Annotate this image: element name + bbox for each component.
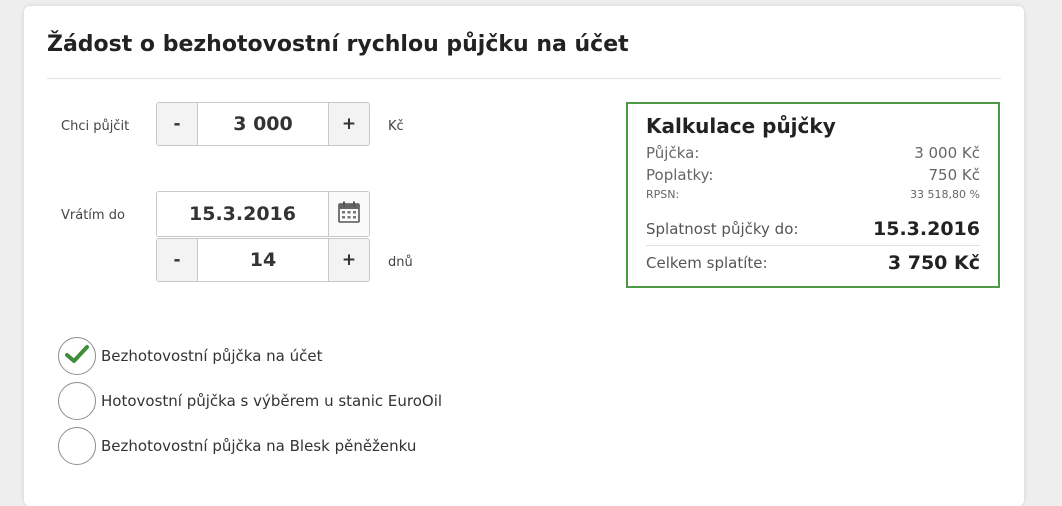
loan-row: Půjčka: 3 000 Kč — [646, 144, 980, 162]
return-date-field[interactable]: 15.3.2016 — [156, 191, 370, 237]
loan-label: Půjčka: — [646, 144, 700, 162]
radio-unselected[interactable] — [58, 427, 96, 465]
loan-application-card: Žádost o bezhotovostní rychlou půjčku na… — [24, 6, 1024, 506]
days-increase-button[interactable]: + — [328, 239, 369, 281]
option-label: Bezhotovostní půjčka na Blesk pěněženku — [101, 437, 417, 455]
days-decrease-button[interactable]: - — [157, 239, 198, 281]
page-title: Žádost o bezhotovostní rychlou půjčku na… — [47, 32, 629, 57]
fees-label: Poplatky: — [646, 166, 714, 184]
amount-stepper: - 3 000 + — [156, 102, 370, 146]
days-stepper: - 14 + — [156, 238, 370, 282]
calculator-title: Kalkulace půjčky — [646, 114, 836, 138]
fees-value: 750 Kč — [928, 166, 980, 184]
loan-calculator: Kalkulace půjčky Půjčka: 3 000 Kč Poplat… — [626, 102, 1000, 288]
rpsn-value: 33 518,80 % — [910, 188, 980, 201]
due-label: Splatnost půjčky do: — [646, 220, 799, 238]
days-value[interactable]: 14 — [198, 239, 328, 281]
option-label: Hotovostní půjčka s výběrem u stanic Eur… — [101, 392, 443, 410]
option-blesk-wallet[interactable]: Bezhotovostní půjčka na Blesk pěněženku — [58, 427, 416, 465]
title-divider — [47, 78, 1001, 79]
option-label: Bezhotovostní půjčka na účet — [101, 347, 323, 365]
amount-label: Chci půjčit — [61, 119, 130, 134]
option-cash-euro-oil[interactable]: Hotovostní půjčka s výběrem u stanic Eur… — [58, 382, 442, 420]
total-label: Celkem splatíte: — [646, 254, 768, 272]
rpsn-label: RPSN: — [646, 188, 680, 201]
loan-value: 3 000 Kč — [914, 144, 980, 162]
fees-row: Poplatky: 750 Kč — [646, 166, 980, 184]
total-row: Celkem splatíte: 3 750 Kč — [646, 252, 980, 274]
check-icon — [65, 344, 89, 368]
calculator-divider — [646, 245, 980, 246]
due-value: 15.3.2016 — [873, 218, 980, 240]
radio-selected[interactable] — [58, 337, 96, 375]
amount-decrease-button[interactable]: - — [157, 103, 198, 145]
rpsn-row: RPSN: 33 518,80 % — [646, 188, 980, 201]
total-value: 3 750 Kč — [887, 252, 980, 274]
option-cashless-account[interactable]: Bezhotovostní půjčka na účet — [58, 337, 322, 375]
calendar-button[interactable] — [328, 192, 369, 236]
days-unit: dnů — [388, 255, 413, 270]
amount-unit: Kč — [388, 119, 404, 134]
due-row: Splatnost půjčky do: 15.3.2016 — [646, 218, 980, 240]
amount-value[interactable]: 3 000 — [198, 103, 328, 145]
radio-unselected[interactable] — [58, 382, 96, 420]
calendar-icon — [337, 200, 361, 228]
amount-increase-button[interactable]: + — [328, 103, 369, 145]
return-date-value[interactable]: 15.3.2016 — [157, 192, 328, 236]
return-label: Vrátím do — [61, 208, 125, 223]
